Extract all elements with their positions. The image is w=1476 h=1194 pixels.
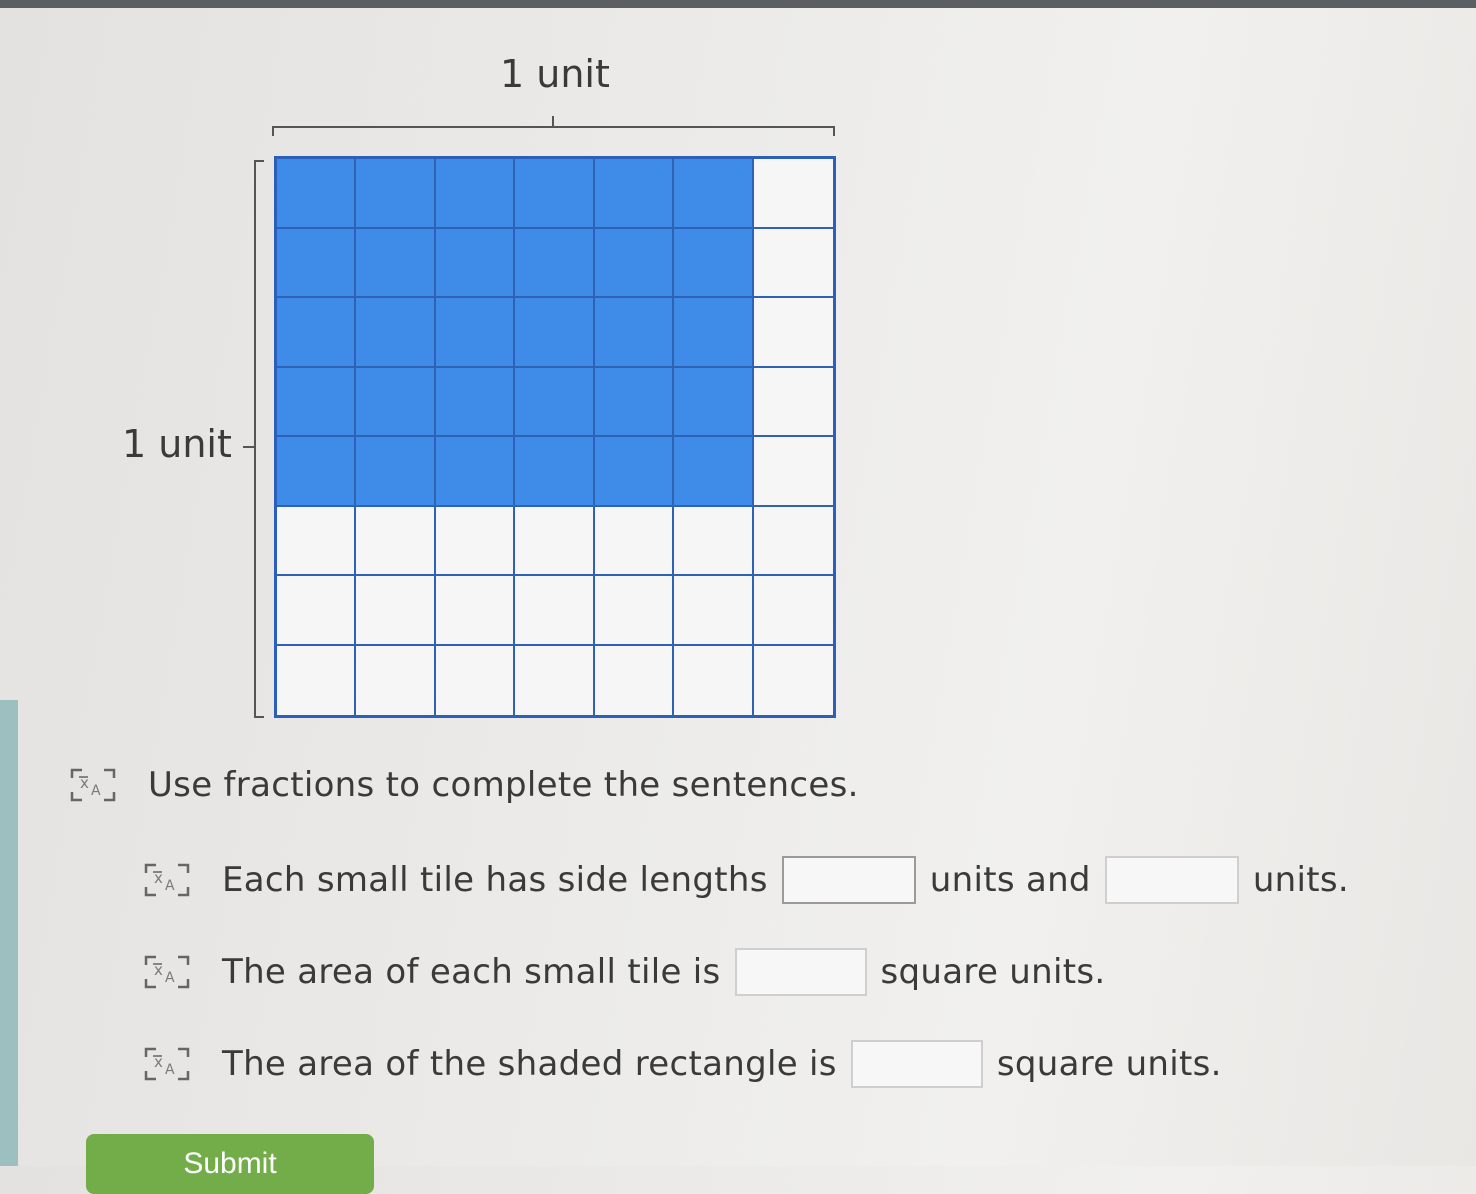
unshaded-tile	[277, 645, 357, 715]
side-bracket	[254, 160, 264, 718]
shaded-tile	[594, 159, 675, 229]
submit-button[interactable]: Submit	[86, 1134, 374, 1194]
text-to-speech-icon[interactable]: x A	[140, 951, 194, 993]
top-bar	[0, 0, 1476, 8]
shaded-tile	[356, 159, 436, 229]
shaded-tile	[515, 228, 595, 298]
unshaded-tile	[515, 506, 595, 576]
shaded-tile	[594, 367, 675, 437]
shaded-tile	[277, 367, 357, 437]
instruction-row: x A Use fractions to complete the senten…	[66, 764, 859, 806]
unit-square-grid	[274, 156, 836, 718]
shaded-tile	[674, 437, 754, 507]
unshaded-tile	[594, 506, 675, 576]
side-length-input-1[interactable]	[781, 856, 916, 904]
shaded-tile	[435, 298, 516, 368]
sentence-shaded-area: x A The area of the shaded rectangle is …	[140, 1040, 1222, 1088]
shaded-tile	[674, 159, 754, 229]
unshaded-tile	[753, 507, 833, 576]
sentence-1-text-c: units.	[1252, 860, 1350, 900]
sentence-3-text-a: The area of the shaded rectangle is	[222, 1044, 837, 1084]
sentence-1-text-a: Each small tile has side lengths	[222, 860, 768, 900]
shaded-tile	[356, 437, 436, 507]
shaded-tile	[594, 228, 675, 298]
text-to-speech-icon[interactable]: x A	[140, 1043, 194, 1085]
svg-text:A: A	[165, 970, 175, 986]
side-bracket-tick	[243, 446, 255, 448]
sentence-3-text-b: square units.	[996, 1044, 1222, 1084]
sentence-tile-area: x A The area of each small tile is squar…	[140, 948, 1105, 996]
left-edge	[0, 700, 18, 1166]
top-unit-label: 1 unit	[500, 52, 610, 96]
unshaded-tile	[356, 506, 436, 576]
shaded-tile	[515, 298, 595, 368]
unshaded-tile	[595, 645, 675, 715]
shaded-area-input[interactable]	[850, 1040, 983, 1088]
unshaded-tile	[753, 159, 833, 229]
unshaded-tile	[594, 576, 675, 646]
top-bracket	[272, 126, 835, 136]
shaded-tile	[674, 228, 754, 298]
sentence-2-text-b: square units.	[880, 952, 1106, 992]
unshaded-tile	[753, 368, 833, 437]
unshaded-tile	[753, 437, 833, 507]
unshaded-tile	[754, 646, 833, 716]
unshaded-tile	[674, 506, 754, 576]
unshaded-tile	[753, 229, 833, 298]
sentence-side-lengths: x A Each small tile has side lengths uni…	[140, 856, 1349, 904]
shaded-tile	[515, 159, 595, 229]
shaded-tile	[594, 437, 675, 507]
unshaded-tile	[674, 576, 754, 646]
side-length-input-2[interactable]	[1104, 856, 1239, 904]
unshaded-tile	[515, 576, 595, 646]
shaded-tile	[435, 159, 516, 229]
unshaded-tile	[277, 576, 357, 646]
unshaded-tile	[435, 506, 516, 576]
unshaded-tile	[435, 576, 516, 646]
unshaded-tile	[436, 645, 516, 715]
svg-text:A: A	[91, 783, 101, 799]
shaded-tile	[435, 228, 516, 298]
shaded-tile	[356, 298, 436, 368]
unshaded-tile	[753, 576, 833, 646]
side-unit-label: 1 unit	[122, 422, 232, 466]
text-to-speech-icon[interactable]: x A	[66, 764, 120, 806]
shaded-tile	[277, 228, 357, 298]
unshaded-tile	[356, 576, 436, 646]
shaded-tile	[277, 437, 357, 507]
sentence-1-text-b: units and	[929, 860, 1091, 900]
shaded-tile	[674, 367, 754, 437]
shaded-tile	[594, 298, 675, 368]
shaded-tile	[435, 437, 516, 507]
unshaded-tile	[356, 645, 436, 715]
text-to-speech-icon[interactable]: x A	[140, 859, 194, 901]
shaded-tile	[277, 298, 357, 368]
unshaded-tile	[753, 298, 833, 368]
shaded-tile	[435, 367, 516, 437]
sentence-2-text-a: The area of each small tile is	[222, 952, 721, 992]
svg-text:A: A	[165, 1062, 175, 1078]
unshaded-tile	[515, 645, 595, 715]
shaded-tile	[356, 367, 436, 437]
shaded-tile	[515, 367, 595, 437]
instruction-text: Use fractions to complete the sentences.	[148, 765, 859, 805]
unshaded-tile	[674, 645, 754, 715]
shaded-tile	[515, 437, 595, 507]
shaded-tile	[356, 228, 436, 298]
top-bracket-tick	[552, 116, 554, 127]
unshaded-tile	[277, 506, 357, 576]
tile-area-input[interactable]	[734, 948, 867, 996]
svg-text:A: A	[165, 878, 175, 894]
shaded-tile	[674, 298, 754, 368]
shaded-tile	[277, 159, 357, 229]
